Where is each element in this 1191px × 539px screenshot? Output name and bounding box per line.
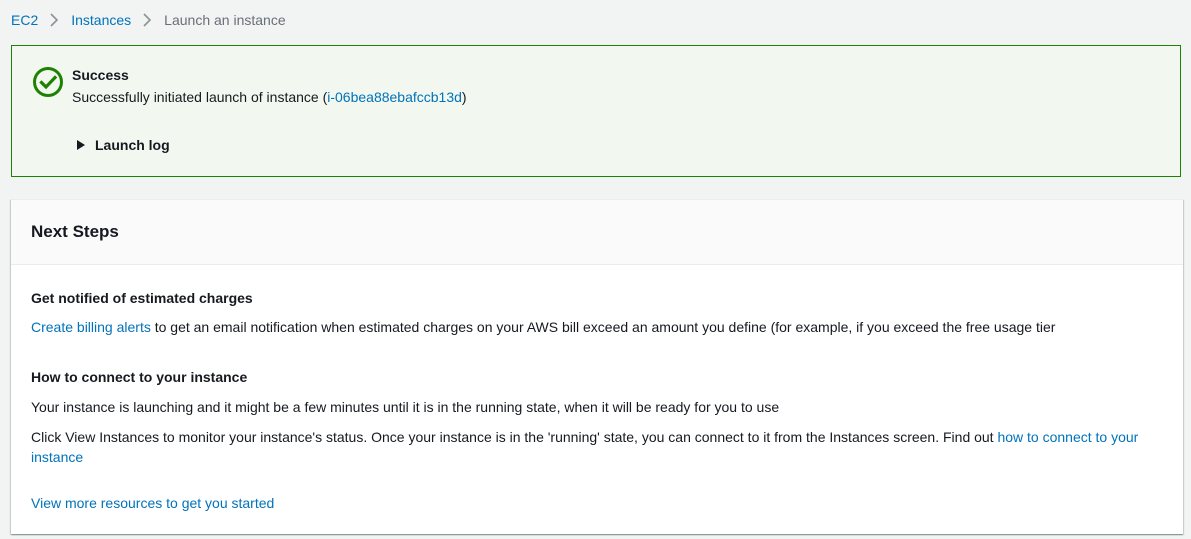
connect-text-1: Your instance is launching and it might … [31,399,780,415]
view-more-resources-link[interactable]: View more resources to get you started [31,495,274,511]
check-circle-icon [33,67,63,97]
launch-log-toggle[interactable]: Launch log [77,136,170,154]
chevron-right-icon [50,13,59,27]
card-header: Next Steps [11,200,1183,265]
create-billing-alerts-link[interactable]: Create billing alerts [31,319,151,335]
flash-title: Success [72,67,129,83]
connect-text-2: Click View Instances to monitor your ins… [31,427,1171,467]
instance-id-link[interactable]: i-06bea88ebafccb13d [327,89,462,105]
breadcrumb-current: Launch an instance [164,12,286,28]
billing-description: to get an email notification when estima… [150,319,1056,335]
next-steps-title: Next Steps [31,222,119,241]
chevron-right-icon [143,13,152,27]
launch-log-label: Launch log [95,137,170,153]
connect-heading: How to connect to your instance [31,369,248,385]
next-steps-card: Next Steps Get notified of estimated cha… [11,199,1183,534]
flash-message-prefix: Successfully initiated launch of instanc… [72,89,328,105]
breadcrumb-ec2-link[interactable]: EC2 [11,11,38,29]
success-flash: Success Successfully initiated launch of… [11,45,1181,177]
connect-description: Click View Instances to monitor your ins… [31,429,998,445]
caret-right-icon [77,140,85,150]
flash-message-suffix: ) [461,89,467,105]
more-resources: View more resources to get you started [31,493,1171,513]
flash-message: Successfully initiated launch of instanc… [72,88,467,106]
billing-text: Create billing alerts to get an email no… [31,317,1171,337]
breadcrumb: EC2 Instances Launch an instance [11,11,286,29]
breadcrumb-instances-link[interactable]: Instances [71,11,131,29]
billing-heading: Get notified of estimated charges [31,290,253,306]
